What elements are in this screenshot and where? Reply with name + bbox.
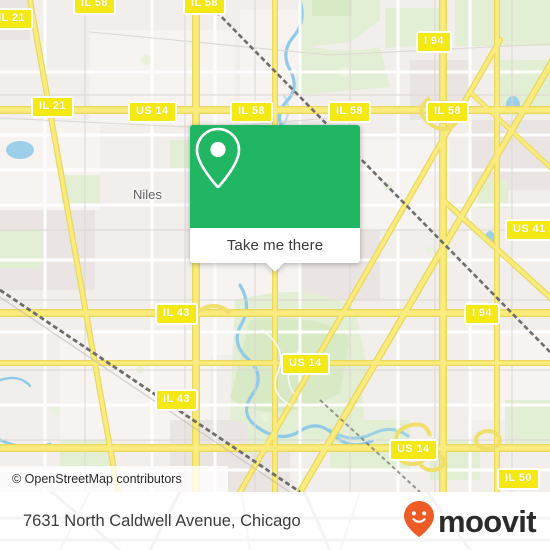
callout-action-area[interactable]: Take me there [190, 228, 360, 272]
moovit-smiley-pin-icon [403, 500, 435, 543]
road-shield[interactable]: IL 21 [31, 96, 74, 118]
callout-tail-pointer [265, 262, 285, 272]
road-shield[interactable]: I 94 [416, 31, 452, 53]
road-shield[interactable]: IL 21 [0, 8, 33, 30]
location-callout-card[interactable]: Take me there [190, 125, 360, 272]
callout-pin-area [190, 125, 360, 228]
road-shield[interactable]: US 14 [281, 353, 330, 375]
road-shield[interactable]: IL 50 [497, 468, 540, 490]
road-shield[interactable]: IL 58 [73, 0, 116, 15]
road-shield[interactable]: IL 58 [426, 101, 469, 123]
road-shield[interactable]: I 94 [464, 303, 500, 325]
map-canvas[interactable]: Niles IL 58 IL 21 IL 58 I 94 IL 21 US 14… [0, 0, 550, 492]
road-shield[interactable]: IL 58 [183, 0, 226, 15]
address-label: 7631 North Caldwell Avenue, Chicago [23, 511, 301, 530]
road-shield[interactable]: IL 58 [328, 101, 371, 123]
road-shield[interactable]: US 41 [505, 219, 550, 241]
place-label-niles: Niles [133, 187, 162, 202]
map-attribution[interactable]: © OpenStreetMap contributors [0, 466, 228, 492]
take-me-there-label: Take me there [226, 237, 324, 254]
road-shield[interactable]: IL 58 [230, 101, 273, 123]
moovit-map-screenshot: Niles IL 58 IL 21 IL 58 I 94 IL 21 US 14… [0, 0, 550, 550]
road-shield[interactable]: US 14 [128, 101, 177, 123]
road-shield[interactable]: IL 43 [155, 303, 198, 325]
footer-bar: 7631 North Caldwell Avenue, Chicago moov… [0, 492, 550, 550]
moovit-logo[interactable]: moovit [403, 492, 537, 550]
road-shield[interactable]: US 14 [389, 439, 438, 461]
road-shield[interactable]: IL 43 [155, 389, 198, 411]
moovit-wordmark: moovit [437, 503, 537, 539]
attribution-text: © OpenStreetMap contributors [12, 472, 182, 486]
